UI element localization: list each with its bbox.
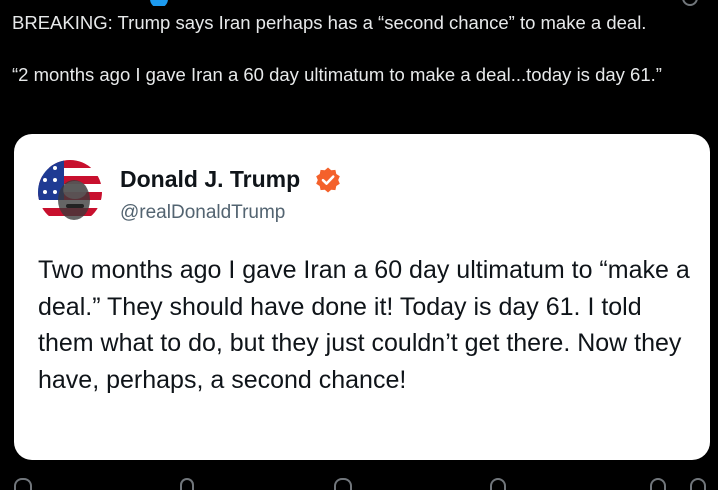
repost-icon[interactable] [180, 478, 194, 490]
handle: @realDonaldTrump [120, 202, 286, 223]
post-text-line-2: “2 months ago I gave Iran a 60 day ultim… [12, 64, 662, 85]
views-icon[interactable] [490, 478, 506, 490]
trump-flag-avatar-icon [38, 160, 102, 224]
verified-badge-icon [150, 0, 168, 6]
quoted-post-text: Two months ago I gave Iran a 60 day ulti… [38, 256, 690, 394]
display-name: Donald J. Trump [120, 166, 301, 192]
action-bar-partial [0, 478, 718, 490]
bookmark-icon[interactable] [650, 478, 666, 490]
post-text-line-1: BREAKING: Trump says Iran perhaps has a … [12, 12, 647, 33]
share-icon[interactable] [690, 478, 706, 490]
reply-icon[interactable] [14, 478, 32, 490]
like-icon[interactable] [334, 478, 352, 490]
verified-badge-icon [316, 167, 340, 193]
post-text: BREAKING: Trump says Iran perhaps has a … [12, 10, 712, 88]
avatar [38, 160, 102, 224]
more-options-icon[interactable] [682, 0, 698, 6]
post-header-partial [0, 0, 718, 6]
quoted-post-image[interactable]: Donald J. Trump @realDonaldTrump Two mon… [14, 134, 710, 460]
